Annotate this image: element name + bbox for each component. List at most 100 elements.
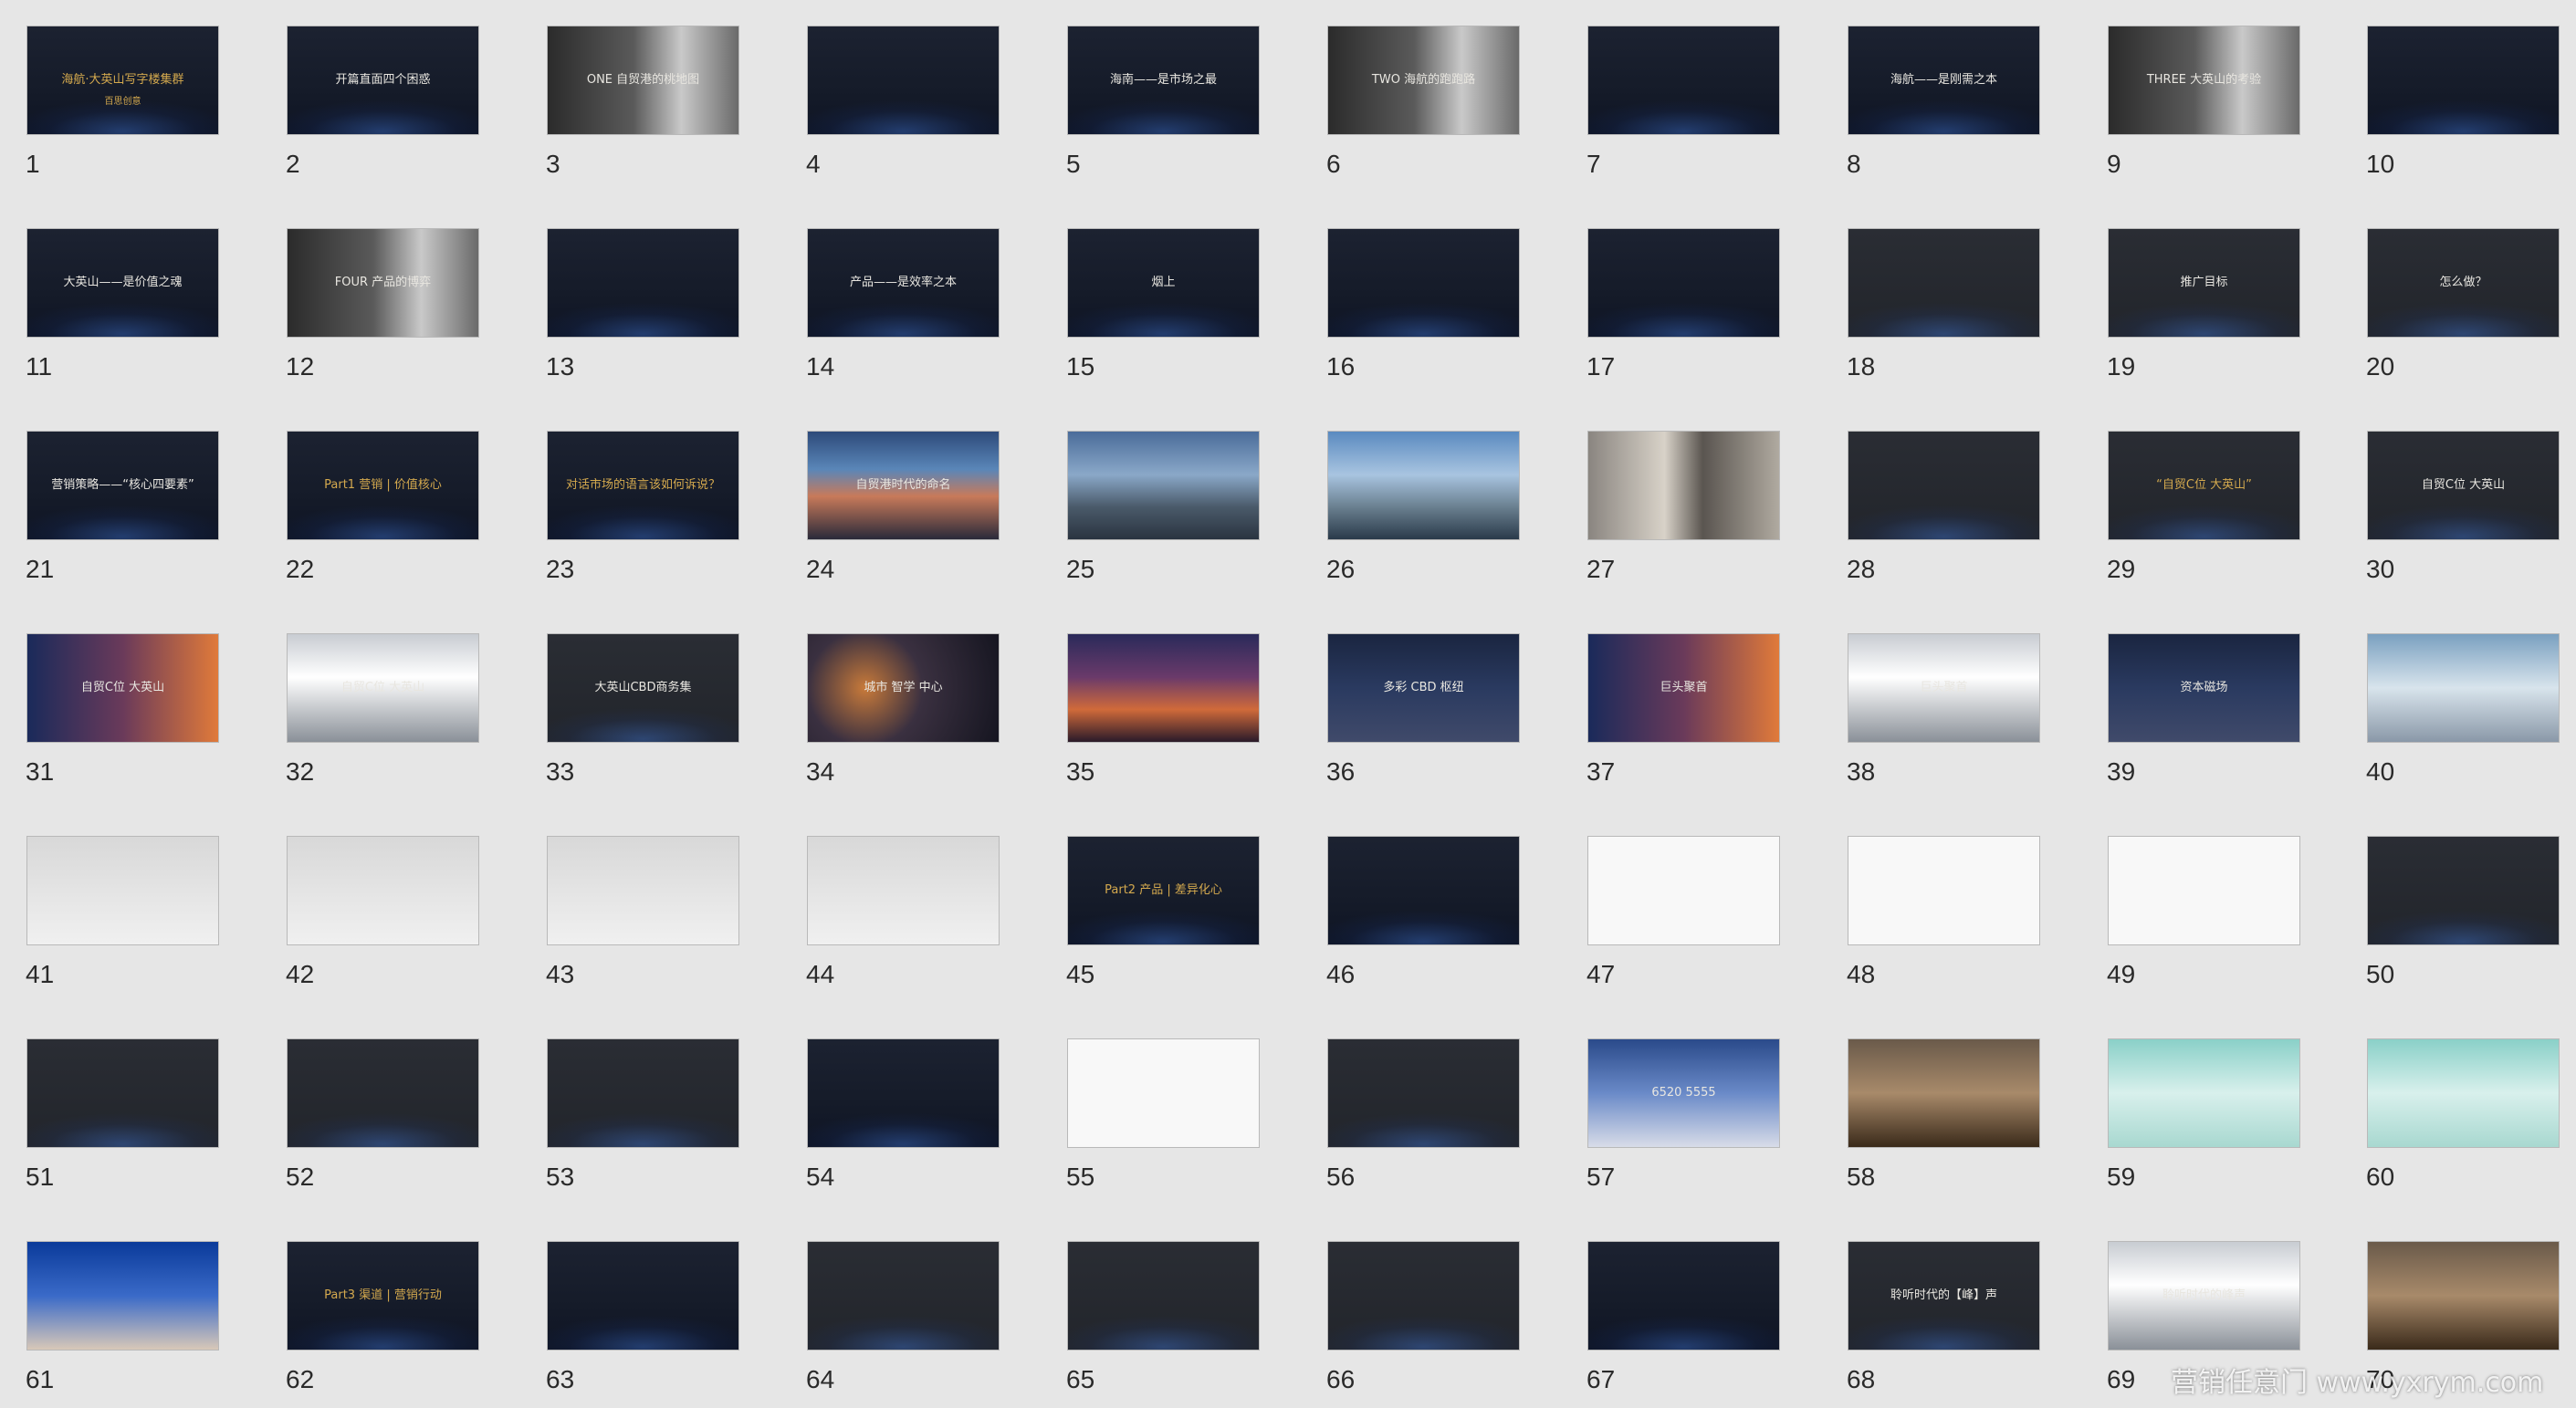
slide-thumbnail[interactable] xyxy=(26,1038,219,1148)
slide-thumbnail[interactable] xyxy=(1587,26,1780,135)
slide-number: 60 xyxy=(2366,1163,2395,1191)
slide-thumbnail[interactable] xyxy=(1327,228,1520,338)
slide-thumbnail[interactable] xyxy=(2367,1038,2560,1148)
slide-thumbnail[interactable] xyxy=(547,228,739,338)
slide-thumbnail[interactable] xyxy=(1327,431,1520,540)
slide-caption: Part2 产品 | 差异化心 xyxy=(1105,883,1222,897)
slide-thumbnail[interactable]: 海航·大英山写字楼集群 百思创意 xyxy=(26,26,219,135)
slide-thumbnail[interactable]: 巨头聚首 xyxy=(1587,633,1780,743)
slide-thumbnail[interactable]: FOUR 产品的博弈 xyxy=(287,228,479,338)
slide-thumbnail[interactable]: 怎么做？ xyxy=(2367,228,2560,338)
slide-thumbnail[interactable]: 城市 智学 中心 xyxy=(807,633,1000,743)
slide-thumbnail[interactable] xyxy=(807,1241,1000,1351)
slide-caption: 海南——是市场之最 xyxy=(1109,73,1217,87)
slide-thumbnail[interactable]: THREE 大英山的考验 xyxy=(2108,26,2300,135)
slide-thumbnail[interactable]: 营销策略——“核心四要素” xyxy=(26,431,219,540)
slide-thumbnail[interactable]: Part2 产品 | 差异化心 xyxy=(1067,836,1260,945)
slide-thumbnail[interactable]: 多彩 CBD 枢纽 xyxy=(1327,633,1520,743)
slide-number: 50 xyxy=(2366,960,2395,988)
slide-glow xyxy=(548,707,738,742)
slide-thumbnail[interactable]: 聆听时代的【峰】声 xyxy=(1848,1241,2040,1351)
slide-glow xyxy=(27,505,218,539)
slide-glow xyxy=(1848,505,2039,539)
slide-glow xyxy=(27,302,218,337)
slide-thumbnail[interactable] xyxy=(2367,26,2560,135)
slide-number: 1 xyxy=(26,150,40,178)
slide-caption: TWO 海航的跑跑路 xyxy=(1371,73,1476,87)
slide-thumbnail[interactable]: 烟上 xyxy=(1067,228,1260,338)
slide-thumbnail[interactable]: 自贸C位 大英山 xyxy=(26,633,219,743)
slide-thumbnail[interactable] xyxy=(1067,1038,1260,1148)
slide-thumbnail[interactable]: 自贸港时代的命名 xyxy=(807,431,1000,540)
slide-thumbnail[interactable] xyxy=(1848,836,2040,945)
slide-thumbnail[interactable] xyxy=(1848,228,2040,338)
slide-number: 22 xyxy=(286,555,315,583)
slide-thumbnail[interactable] xyxy=(2367,836,2560,945)
slide-thumbnail[interactable] xyxy=(287,1038,479,1148)
slide-thumbnail[interactable] xyxy=(1587,1241,1780,1351)
slide-thumbnail[interactable]: 资本磁场 xyxy=(2108,633,2300,743)
slide-number: 7 xyxy=(1586,150,1601,178)
slide-thumbnail[interactable]: 自贸C位 大英山 xyxy=(287,633,479,743)
slide-thumbnail[interactable]: 大英山CBD商务集 xyxy=(547,633,739,743)
slide-number: 19 xyxy=(2107,352,2136,381)
slide-number: 3 xyxy=(546,150,560,178)
slide-thumbnail[interactable] xyxy=(2367,1241,2560,1351)
slide-thumbnail[interactable]: 大英山——是价值之魂 xyxy=(26,228,219,338)
slide-thumbnail[interactable]: 开篇直面四个困惑 xyxy=(287,26,479,135)
slide-thumbnail[interactable] xyxy=(547,1038,739,1148)
slide-thumbnail[interactable] xyxy=(2367,633,2560,743)
slide-thumbnail[interactable]: 聆听时代的峰声 xyxy=(2108,1241,2300,1351)
slide-number: 16 xyxy=(1326,352,1356,381)
slide-thumbnail[interactable] xyxy=(2108,836,2300,945)
slide-thumbnail[interactable] xyxy=(26,1241,219,1351)
slide-glow xyxy=(808,1112,999,1147)
slide-caption: 海航——是刚需之本 xyxy=(1890,73,1997,87)
slide-thumbnail[interactable] xyxy=(1587,431,1780,540)
slide-thumbnail[interactable] xyxy=(26,836,219,945)
slide-number: 2 xyxy=(286,150,300,178)
slide-thumbnail[interactable] xyxy=(1587,228,1780,338)
slide-thumbnail[interactable] xyxy=(2108,1038,2300,1148)
slide-subcaption: 百思创意 xyxy=(104,96,141,107)
slide-thumbnail[interactable] xyxy=(1327,1038,1520,1148)
slide-thumbnail[interactable] xyxy=(1067,633,1260,743)
slide-thumbnail[interactable]: 6520 5555 xyxy=(1587,1038,1780,1148)
slide-thumbnail[interactable] xyxy=(1327,1241,1520,1351)
slide-number: 35 xyxy=(1066,757,1095,786)
slide-thumbnail[interactable] xyxy=(287,836,479,945)
slide-thumbnail[interactable]: 巨头聚首 xyxy=(1848,633,2040,743)
slide-thumbnail[interactable]: ONE 自贸港的桃地图 xyxy=(547,26,739,135)
slide-thumbnail[interactable] xyxy=(807,836,1000,945)
slide-caption: 推广目标 xyxy=(2180,276,2228,289)
slide-thumbnail[interactable] xyxy=(1067,431,1260,540)
slide-thumbnail[interactable] xyxy=(547,836,739,945)
slide-thumbnail[interactable]: 海航——是刚需之本 xyxy=(1848,26,2040,135)
slide-glow xyxy=(288,505,478,539)
slide-thumbnail[interactable]: 产品——是效率之本 xyxy=(807,228,1000,338)
slide-number: 48 xyxy=(1847,960,1876,988)
slide-glow xyxy=(548,1112,738,1147)
slide-number: 45 xyxy=(1066,960,1095,988)
slide-thumbnail[interactable] xyxy=(547,1241,739,1351)
slide-thumbnail[interactable] xyxy=(1848,1038,2040,1148)
slide-thumbnail[interactable] xyxy=(1848,431,2040,540)
slide-thumbnail[interactable] xyxy=(1587,836,1780,945)
slide-thumbnail[interactable]: 自贸C位 大英山 xyxy=(2367,431,2560,540)
slide-number: 24 xyxy=(806,555,835,583)
slide-number: 14 xyxy=(806,352,835,381)
slide-thumbnail[interactable]: 推广目标 xyxy=(2108,228,2300,338)
slide-thumbnail[interactable]: Part3 渠道 | 营销行动 xyxy=(287,1241,479,1351)
slide-thumbnail[interactable]: “自贸C位 大英山” xyxy=(2108,431,2300,540)
slide-thumbnail[interactable]: TWO 海航的跑跑路 xyxy=(1327,26,1520,135)
slide-thumbnail[interactable] xyxy=(1327,836,1520,945)
slide-thumbnail[interactable]: Part1 营销 | 价值核心 xyxy=(287,431,479,540)
slide-caption: 营销策略——“核心四要素” xyxy=(51,478,194,492)
slide-thumbnail[interactable]: 对话市场的语言该如何诉说？ xyxy=(547,431,739,540)
slide-thumbnail[interactable] xyxy=(807,26,1000,135)
slide-thumbnail[interactable]: 海南——是市场之最 xyxy=(1067,26,1260,135)
slide-number: 41 xyxy=(26,960,55,988)
slide-thumbnail[interactable] xyxy=(807,1038,1000,1148)
slide-thumbnail[interactable] xyxy=(1067,1241,1260,1351)
watermark: 营销任意门 www.yxrym.com xyxy=(2171,1367,2544,1399)
